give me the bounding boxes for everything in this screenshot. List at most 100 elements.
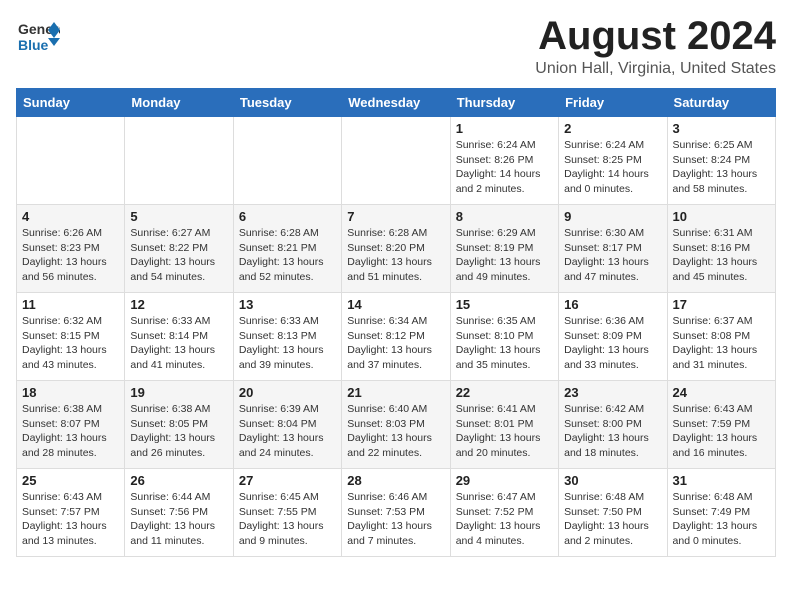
calendar-cell: 27 Sunrise: 6:45 AMSunset: 7:55 PMDayligh… (233, 469, 341, 557)
calendar-cell (233, 117, 341, 205)
day-number: 24 (673, 385, 770, 400)
day-number: 4 (22, 209, 119, 224)
day-number: 20 (239, 385, 336, 400)
calendar-cell: 18Sunrise: 6:38 AMSunset: 8:07 PMDayligh… (17, 381, 125, 469)
day-number: 13 (239, 297, 336, 312)
day-number: 3 (673, 121, 770, 136)
col-header-tuesday: Tuesday (233, 89, 341, 117)
day-info: Sunrise: 6:32 AMSunset: 8:15 PMDaylight:… (22, 314, 119, 373)
day-number: 11 (22, 297, 119, 312)
day-info: Sunrise: 6:48 AMSunset: 7:50 PMDaylight:… (564, 490, 661, 549)
day-info: Sunrise: 6:44 AMSunset: 7:56 PMDaylight:… (130, 490, 227, 549)
col-header-wednesday: Wednesday (342, 89, 450, 117)
calendar-cell: 16Sunrise: 6:36 AMSunset: 8:09 PMDayligh… (559, 293, 667, 381)
calendar-week-row: 18Sunrise: 6:38 AMSunset: 8:07 PMDayligh… (17, 381, 776, 469)
calendar-week-row: 4 Sunrise: 6:26 AMSunset: 8:23 PMDaylight… (17, 205, 776, 293)
day-info: Sunrise: 6:26 AMSunset: 8:23 PMDaylight:… (22, 226, 119, 285)
calendar-cell (125, 117, 233, 205)
svg-text:Blue: Blue (18, 37, 49, 53)
calendar-cell: 31Sunrise: 6:48 AMSunset: 7:49 PMDayligh… (667, 469, 775, 557)
day-info: Sunrise: 6:24 AMSunset: 8:25 PMDaylight:… (564, 138, 661, 197)
col-header-friday: Friday (559, 89, 667, 117)
day-number: 9 (564, 209, 661, 224)
day-info: Sunrise: 6:41 AMSunset: 8:01 PMDaylight:… (456, 402, 553, 461)
calendar-cell: 25Sunrise: 6:43 AMSunset: 7:57 PMDayligh… (17, 469, 125, 557)
day-number: 5 (130, 209, 227, 224)
month-title: August 2024 (535, 16, 776, 56)
day-number: 1 (456, 121, 553, 136)
calendar-cell: 10 Sunrise: 6:31 AMSunset: 8:16 PMDayligh… (667, 205, 775, 293)
day-info: Sunrise: 6:45 AMSunset: 7:55 PMDaylight:… (239, 490, 336, 549)
day-number: 12 (130, 297, 227, 312)
calendar-cell: 6Sunrise: 6:28 AMSunset: 8:21 PMDaylight… (233, 205, 341, 293)
calendar-cell: 2 Sunrise: 6:24 AMSunset: 8:25 PMDaylight… (559, 117, 667, 205)
calendar-cell: 5 Sunrise: 6:27 AMSunset: 8:22 PMDaylight… (125, 205, 233, 293)
calendar-cell: 4 Sunrise: 6:26 AMSunset: 8:23 PMDaylight… (17, 205, 125, 293)
calendar-cell: 14 Sunrise: 6:34 AMSunset: 8:12 PMDayligh… (342, 293, 450, 381)
col-header-saturday: Saturday (667, 89, 775, 117)
calendar-cell: 19Sunrise: 6:38 AMSunset: 8:05 PMDayligh… (125, 381, 233, 469)
calendar-cell: 29Sunrise: 6:47 AMSunset: 7:52 PMDayligh… (450, 469, 558, 557)
calendar-cell: 1 Sunrise: 6:24 AMSunset: 8:26 PMDaylight… (450, 117, 558, 205)
day-number: 29 (456, 473, 553, 488)
calendar-cell: 11 Sunrise: 6:32 AMSunset: 8:15 PMDayligh… (17, 293, 125, 381)
day-info: Sunrise: 6:43 AMSunset: 7:59 PMDaylight:… (673, 402, 770, 461)
day-info: Sunrise: 6:34 AMSunset: 8:12 PMDaylight:… (347, 314, 444, 373)
day-info: Sunrise: 6:46 AMSunset: 7:53 PMDaylight:… (347, 490, 444, 549)
day-info: Sunrise: 6:42 AMSunset: 8:00 PMDaylight:… (564, 402, 661, 461)
day-info: Sunrise: 6:30 AMSunset: 8:17 PMDaylight:… (564, 226, 661, 285)
calendar-cell: 17 Sunrise: 6:37 AMSunset: 8:08 PMDayligh… (667, 293, 775, 381)
day-number: 15 (456, 297, 553, 312)
day-number: 14 (347, 297, 444, 312)
calendar-cell: 30 Sunrise: 6:48 AMSunset: 7:50 PMDayligh… (559, 469, 667, 557)
calendar-cell: 20Sunrise: 6:39 AMSunset: 8:04 PMDayligh… (233, 381, 341, 469)
day-number: 17 (673, 297, 770, 312)
calendar-cell: 15 Sunrise: 6:35 AMSunset: 8:10 PMDayligh… (450, 293, 558, 381)
day-info: Sunrise: 6:24 AMSunset: 8:26 PMDaylight:… (456, 138, 553, 197)
day-info: Sunrise: 6:25 AMSunset: 8:24 PMDaylight:… (673, 138, 770, 197)
calendar-cell (17, 117, 125, 205)
day-number: 10 (673, 209, 770, 224)
calendar-cell: 9 Sunrise: 6:30 AMSunset: 8:17 PMDaylight… (559, 205, 667, 293)
calendar-cell: 3 Sunrise: 6:25 AMSunset: 8:24 PMDaylight… (667, 117, 775, 205)
day-number: 26 (130, 473, 227, 488)
calendar-cell: 21 Sunrise: 6:40 AMSunset: 8:03 PMDayligh… (342, 381, 450, 469)
col-header-thursday: Thursday (450, 89, 558, 117)
day-number: 28 (347, 473, 444, 488)
day-number: 19 (130, 385, 227, 400)
day-number: 16 (564, 297, 661, 312)
calendar-cell: 8 Sunrise: 6:29 AMSunset: 8:19 PMDaylight… (450, 205, 558, 293)
day-number: 7 (347, 209, 444, 224)
calendar-cell: 23 Sunrise: 6:42 AMSunset: 8:00 PMDayligh… (559, 381, 667, 469)
col-header-sunday: Sunday (17, 89, 125, 117)
calendar-header-row: SundayMondayTuesdayWednesdayThursdayFrid… (17, 89, 776, 117)
day-number: 21 (347, 385, 444, 400)
day-info: Sunrise: 6:29 AMSunset: 8:19 PMDaylight:… (456, 226, 553, 285)
logo: General Blue (16, 16, 60, 60)
day-number: 22 (456, 385, 553, 400)
day-info: Sunrise: 6:27 AMSunset: 8:22 PMDaylight:… (130, 226, 227, 285)
day-number: 8 (456, 209, 553, 224)
col-header-monday: Monday (125, 89, 233, 117)
day-number: 2 (564, 121, 661, 136)
calendar-table: SundayMondayTuesdayWednesdayThursdayFrid… (16, 88, 776, 557)
day-number: 23 (564, 385, 661, 400)
day-info: Sunrise: 6:28 AMSunset: 8:20 PMDaylight:… (347, 226, 444, 285)
logo-icon: General Blue (16, 16, 60, 60)
day-info: Sunrise: 6:28 AMSunset: 8:21 PMDaylight:… (239, 226, 336, 285)
day-number: 18 (22, 385, 119, 400)
title-area: August 2024 Union Hall, Virginia, United… (535, 16, 776, 78)
location-subtitle: Union Hall, Virginia, United States (535, 60, 776, 78)
calendar-week-row: 25Sunrise: 6:43 AMSunset: 7:57 PMDayligh… (17, 469, 776, 557)
day-info: Sunrise: 6:37 AMSunset: 8:08 PMDaylight:… (673, 314, 770, 373)
day-info: Sunrise: 6:31 AMSunset: 8:16 PMDaylight:… (673, 226, 770, 285)
day-number: 30 (564, 473, 661, 488)
day-number: 25 (22, 473, 119, 488)
day-info: Sunrise: 6:35 AMSunset: 8:10 PMDaylight:… (456, 314, 553, 373)
day-info: Sunrise: 6:33 AMSunset: 8:14 PMDaylight:… (130, 314, 227, 373)
day-info: Sunrise: 6:48 AMSunset: 7:49 PMDaylight:… (673, 490, 770, 549)
day-info: Sunrise: 6:40 AMSunset: 8:03 PMDaylight:… (347, 402, 444, 461)
calendar-cell: 12 Sunrise: 6:33 AMSunset: 8:14 PMDayligh… (125, 293, 233, 381)
day-number: 27 (239, 473, 336, 488)
calendar-cell: 24 Sunrise: 6:43 AMSunset: 7:59 PMDayligh… (667, 381, 775, 469)
